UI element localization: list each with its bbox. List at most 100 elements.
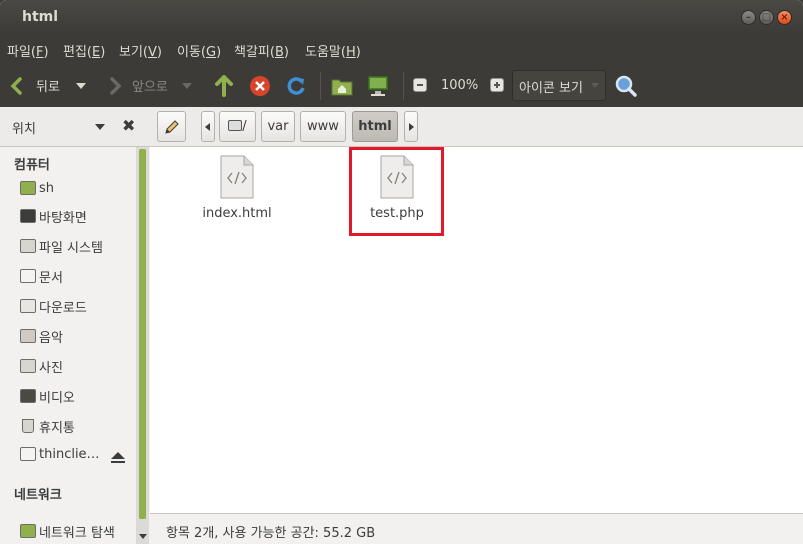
forward-arrow-icon [110, 76, 122, 95]
back-history-icon[interactable] [75, 82, 86, 89]
file-item-index-html[interactable]: index.html [187, 155, 287, 221]
home-button[interactable] [331, 64, 353, 107]
view-mode-select[interactable]: 아이콘 보기 [512, 70, 606, 101]
downloads-folder-icon [20, 299, 36, 313]
up-arrow-icon [215, 74, 233, 97]
back-arrow-icon [10, 76, 22, 95]
sidebar-item-label: 네트워크 탐색 [39, 525, 115, 541]
path-scroll-left-button[interactable] [201, 111, 215, 142]
menu-edit[interactable]: 편집(E) [63, 41, 105, 60]
stop-button[interactable] [249, 64, 271, 107]
sidebar-item-home[interactable]: sh [20, 178, 54, 198]
up-button[interactable] [214, 64, 234, 107]
highlight-box [349, 147, 444, 236]
edit-location-button[interactable] [157, 111, 186, 142]
zoom-in-button[interactable] [490, 78, 504, 92]
sidebar-item-desktop[interactable]: 바탕화면 [20, 206, 87, 226]
forward-label: 앞으로 [132, 80, 168, 95]
toolbar: 뒤로 앞으로 100% [0, 64, 803, 107]
menu-bookmarks[interactable]: 책갈피(B) [234, 41, 289, 60]
sidebar-item-filesystem[interactable]: 파일 시스템 [20, 236, 103, 256]
sidebar-item-trash[interactable]: 휴지통 [20, 416, 75, 436]
trash-icon [22, 419, 34, 433]
minimize-button[interactable]: – [741, 10, 756, 25]
menu-file[interactable]: 파일(F) [7, 41, 49, 60]
pencil-icon [164, 120, 179, 134]
toolbar-separator [320, 72, 321, 100]
sidebar-item-pictures[interactable]: 사진 [20, 356, 63, 376]
path-segment-var[interactable]: var [261, 111, 295, 142]
path-root-label: / [242, 119, 247, 134]
sidebar-item-label: 휴지통 [39, 420, 75, 436]
path-segment-www[interactable]: www [300, 111, 346, 142]
desktop-icon [20, 209, 36, 223]
maximize-button[interactable]: □ [759, 10, 774, 25]
sidebar-item-label: 비디오 [39, 390, 75, 406]
view-mode-value: 아이콘 보기 [519, 81, 583, 96]
music-folder-icon [20, 329, 36, 343]
file-view[interactable]: index.html test.php [150, 147, 803, 513]
close-pane-icon[interactable]: ✖ [122, 116, 135, 135]
path-segment-html[interactable]: html [352, 111, 398, 142]
sidebar-item-videos[interactable]: 비디오 [20, 386, 75, 406]
window-title: html [22, 9, 59, 25]
chevron-right-icon [409, 123, 414, 131]
eject-icon[interactable] [111, 452, 125, 464]
chevron-left-icon [205, 123, 210, 131]
location-label: 위치 [12, 122, 36, 137]
location-dropdown-icon[interactable] [95, 124, 105, 130]
zoom-out-button[interactable] [413, 78, 427, 92]
sidebar-item-downloads[interactable]: 다운로드 [20, 296, 87, 316]
status-text: 항목 2개, 사용 가능한 공간: 55.2 GB [166, 526, 376, 541]
sidebar-item-label: 음악 [39, 330, 63, 346]
sidebar-header-network: 네트워크 [14, 488, 62, 503]
menu-bar: 파일(F) 편집(E) 보기(V) 이동(G) 책갈피(B) 도움말(H) [0, 34, 803, 64]
network-icon [20, 524, 36, 538]
computer-icon [367, 75, 389, 96]
sidebar-item-label: 문서 [39, 270, 63, 286]
menu-view[interactable]: 보기(V) [119, 41, 162, 60]
path-segment-root[interactable]: / [219, 111, 256, 142]
sidebar-item-label: 사진 [39, 360, 63, 376]
file-name: index.html [202, 206, 272, 221]
close-button[interactable]: × [777, 10, 792, 25]
computer-button[interactable] [367, 64, 389, 107]
location-bar: 위치 ✖ / var www html [0, 107, 803, 147]
drive-icon [228, 120, 243, 131]
sidebar-header-computer: 컴퓨터 [14, 158, 50, 173]
sidebar-item-label: 바탕화면 [39, 210, 87, 226]
status-bar: 항목 2개, 사용 가능한 공간: 55.2 GB [150, 513, 803, 544]
sidebar-item-label: sh [39, 180, 55, 196]
menu-help[interactable]: 도움말(H) [305, 41, 361, 60]
search-button[interactable] [615, 64, 637, 107]
back-label: 뒤로 [36, 80, 60, 95]
zoom-level[interactable]: 100% [441, 64, 478, 107]
sidebar-item-label: 다운로드 [39, 300, 87, 316]
home-folder-icon [20, 181, 36, 195]
documents-folder-icon [20, 269, 36, 283]
sidebar-item-network[interactable]: 네트워크 탐색 [20, 521, 115, 541]
sidebar-item-thinclient[interactable]: thinclie… [20, 444, 100, 464]
reload-button[interactable] [285, 64, 307, 107]
scrollbar-thumb[interactable] [139, 149, 146, 519]
reload-icon [287, 76, 305, 95]
html-file-icon [220, 155, 254, 199]
sidebar-scrollbar[interactable] [136, 147, 149, 544]
file-manager-window: html – □ × 파일(F) 편집(E) 보기(V) 이동(G) 책갈피(B… [0, 0, 803, 544]
title-bar[interactable]: html – □ × [0, 0, 803, 34]
sidebar-item-music[interactable]: 음악 [20, 326, 63, 346]
scroll-down-icon[interactable] [139, 534, 147, 539]
menu-go[interactable]: 이동(G) [177, 41, 221, 60]
forward-history-icon[interactable] [181, 82, 192, 89]
drive-icon [20, 447, 36, 461]
sidebar-item-label: thinclie… [39, 446, 100, 462]
sidebar: 컴퓨터 sh 바탕화면 파일 시스템 문서 다운로드 음악 사진 비디오 휴지통… [0, 147, 149, 544]
sidebar-item-label: 파일 시스템 [39, 240, 103, 256]
stop-icon [250, 75, 270, 96]
back-button[interactable]: 뒤로 [10, 64, 86, 107]
search-icon [615, 75, 637, 97]
sidebar-item-documents[interactable]: 문서 [20, 266, 63, 286]
path-scroll-right-button[interactable] [404, 111, 418, 142]
forward-button[interactable]: 앞으로 [108, 64, 192, 107]
videos-folder-icon [20, 389, 36, 403]
